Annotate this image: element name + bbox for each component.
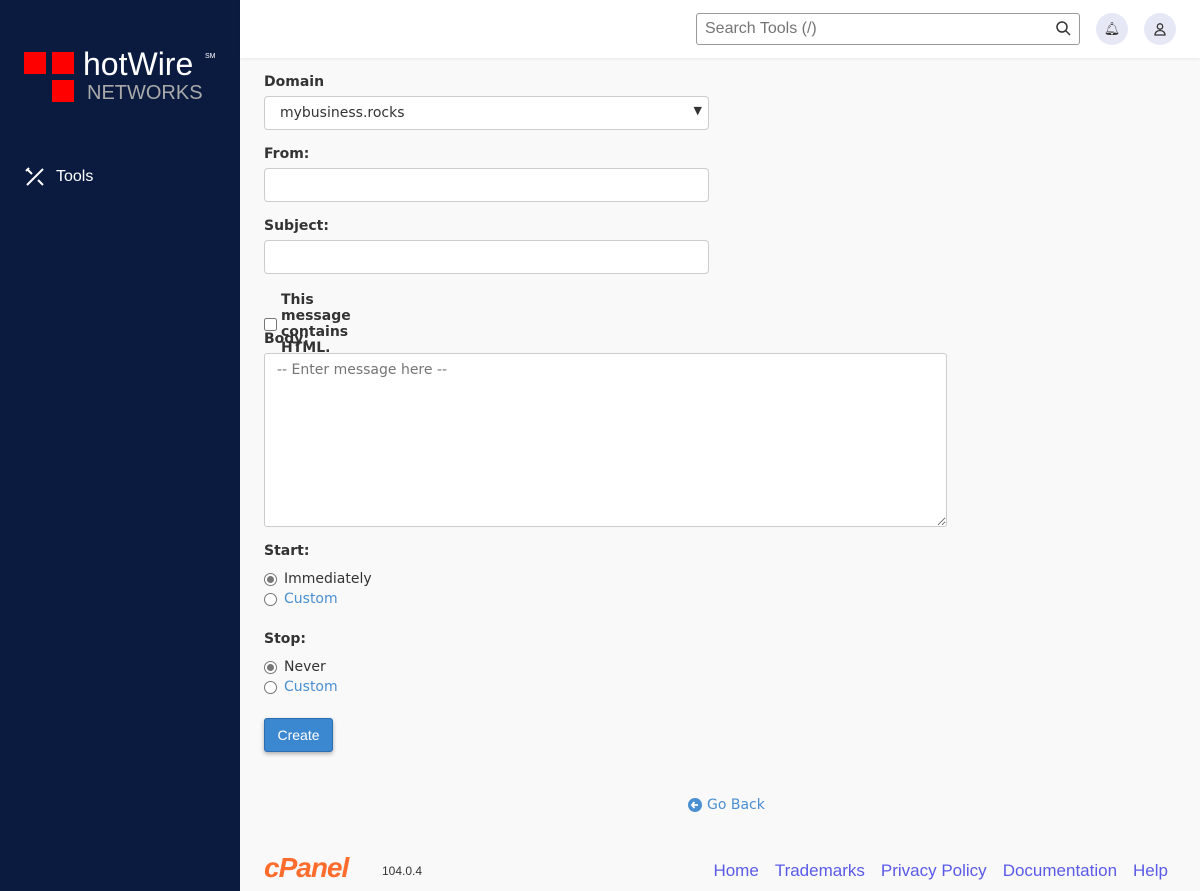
html-checkbox[interactable] bbox=[264, 317, 277, 331]
stop-custom-radio[interactable]: Custom bbox=[264, 679, 338, 695]
from-field[interactable] bbox=[264, 168, 709, 202]
start-immediately-radio[interactable]: Immediately bbox=[264, 571, 372, 587]
radio-dot bbox=[264, 572, 277, 586]
radio-dot bbox=[264, 660, 277, 674]
create-button[interactable]: Create bbox=[264, 718, 333, 752]
radio-label: Never bbox=[284, 659, 326, 675]
search-icon[interactable] bbox=[1055, 20, 1071, 36]
footer-link-documentation[interactable]: Documentation bbox=[1003, 861, 1117, 881]
from-label: From: bbox=[264, 146, 310, 162]
footer-links: Home Trademarks Privacy Policy Documenta… bbox=[713, 861, 1168, 881]
sidebar: hotWire SM NETWORKS Tools bbox=[0, 0, 240, 891]
body-textarea[interactable] bbox=[264, 353, 947, 527]
bell-icon: 🔔︎ bbox=[1103, 21, 1121, 37]
brand-name: hotWire bbox=[83, 46, 194, 82]
go-back-link[interactable]: Go Back bbox=[688, 797, 765, 813]
go-back-label: Go Back bbox=[707, 797, 765, 813]
body-label: Body: bbox=[264, 331, 310, 347]
logo-square bbox=[52, 80, 74, 102]
subject-field[interactable] bbox=[264, 240, 709, 274]
version: 104.0.4 bbox=[382, 864, 423, 878]
radio-dot bbox=[264, 680, 277, 694]
top-bar: 🔔︎ bbox=[240, 0, 1200, 58]
radio-label: Custom bbox=[284, 679, 338, 695]
logo-square bbox=[52, 52, 74, 74]
logo-square bbox=[24, 52, 46, 74]
footer-link-privacy[interactable]: Privacy Policy bbox=[881, 861, 987, 881]
footer-link-trademarks[interactable]: Trademarks bbox=[775, 861, 865, 881]
cpanel-logo[interactable]: cPanel bbox=[264, 852, 349, 884]
start-label: Start: bbox=[264, 543, 310, 559]
radio-dot bbox=[264, 592, 277, 606]
start-custom-radio[interactable]: Custom bbox=[264, 591, 338, 607]
sidebar-item-tools[interactable]: Tools bbox=[24, 166, 93, 188]
brand-mark: SM bbox=[205, 53, 216, 60]
tools-icon bbox=[25, 167, 44, 186]
domain-label: Domain bbox=[264, 74, 325, 90]
search-input[interactable] bbox=[696, 13, 1080, 45]
user-button[interactable] bbox=[1144, 13, 1176, 45]
domain-select[interactable]: mybusiness.rocks ▼ bbox=[264, 96, 709, 130]
domain-value: mybusiness.rocks bbox=[280, 105, 405, 121]
footer-link-home[interactable]: Home bbox=[713, 861, 758, 881]
sidebar-item-label: Tools bbox=[56, 168, 94, 185]
radio-label: Custom bbox=[284, 591, 338, 607]
stop-never-radio[interactable]: Never bbox=[264, 659, 326, 675]
notifications-button[interactable]: 🔔︎ bbox=[1096, 13, 1128, 45]
footer-link-help[interactable]: Help bbox=[1133, 861, 1168, 881]
subject-label: Subject: bbox=[264, 218, 329, 234]
user-icon bbox=[1154, 23, 1166, 36]
radio-label: Immediately bbox=[284, 571, 372, 587]
stop-label: Stop: bbox=[264, 631, 307, 647]
brand-sub: NETWORKS bbox=[87, 82, 203, 104]
hotwire-logo[interactable]: hotWire SM NETWORKS bbox=[24, 46, 224, 112]
arrow-circle-left-icon bbox=[688, 798, 702, 812]
chevron-down-icon: ▼ bbox=[693, 104, 702, 117]
